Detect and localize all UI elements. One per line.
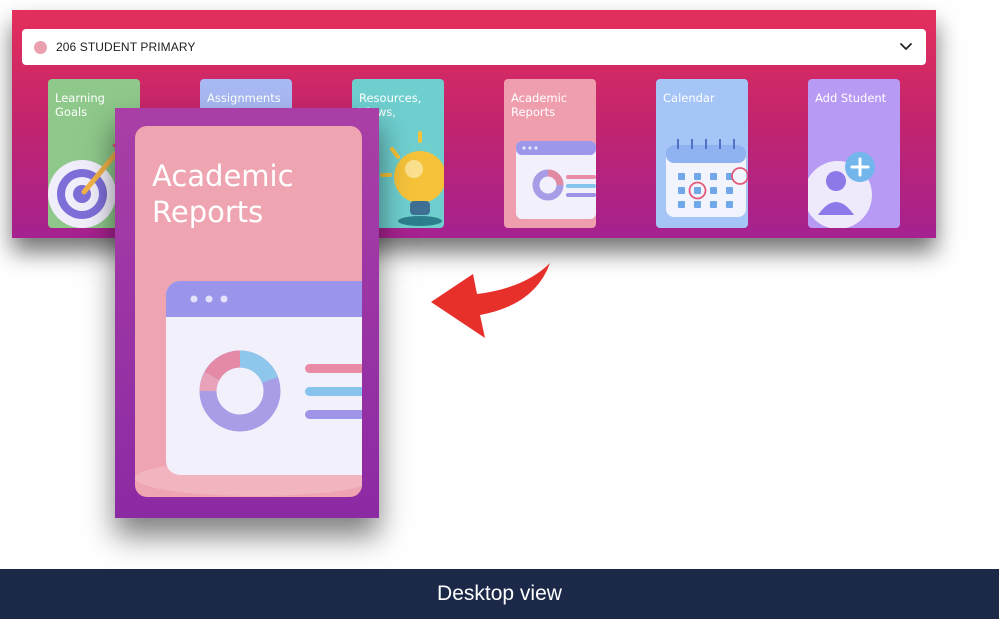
tile-add-student[interactable]: Add Student [808,79,900,228]
report-chart-icon [516,141,596,219]
tile-academic-reports[interactable]: Academic Reports [504,79,596,228]
academic-reports-zoom-card: Academic Reports [115,108,379,518]
student-name: 206 STUDENT PRIMARY [56,40,196,54]
footer-caption: Desktop view [437,582,562,605]
tile-calendar[interactable]: Calendar [656,79,748,228]
report-chart-icon [135,281,362,496]
calendar-icon [666,139,748,217]
student-select[interactable]: 206 STUDENT PRIMARY [22,29,926,65]
footer-caption-bar: Desktop view [0,569,999,619]
zoom-card-inner: Academic Reports [135,126,362,497]
status-dot [34,40,47,54]
curved-arrow-icon [431,263,550,338]
chevron-down-icon[interactable] [898,38,914,54]
add-user-icon [808,152,875,228]
